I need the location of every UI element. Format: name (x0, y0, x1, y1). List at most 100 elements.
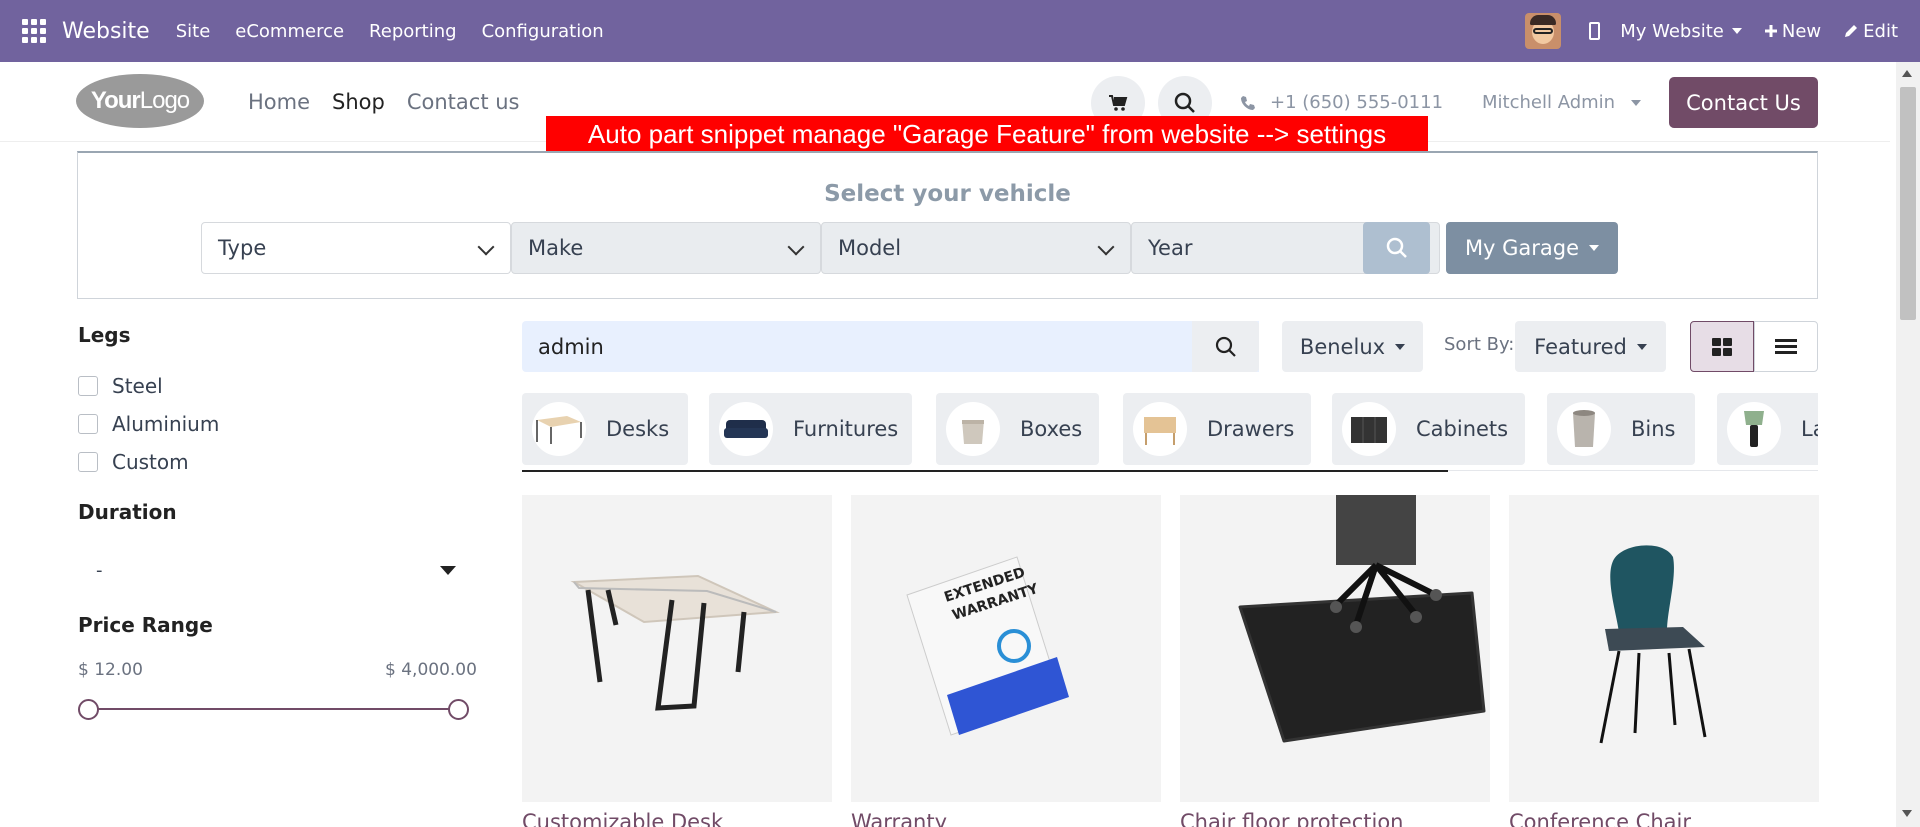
caret-down-icon (440, 566, 456, 575)
caret-down-icon (1731, 28, 1742, 34)
sort-value: Featured (1534, 334, 1627, 359)
new-button[interactable]: New (1764, 21, 1821, 42)
search-icon (1215, 336, 1236, 357)
category-lamps[interactable]: La (1717, 393, 1818, 465)
caret-down-icon (1395, 343, 1406, 350)
filter-custom[interactable]: Custom (78, 450, 189, 474)
category-furnitures-label: Furnitures (793, 417, 899, 441)
filter-legs-title: Legs (78, 323, 131, 347)
filter-aluminium[interactable]: Aluminium (78, 412, 219, 436)
category-cabinets[interactable]: Cabinets (1332, 393, 1525, 465)
vehicle-type-select[interactable]: Type (201, 222, 511, 274)
price-range-max-handle[interactable] (448, 699, 469, 720)
checkbox[interactable] (78, 376, 98, 396)
duration-value: - (96, 560, 103, 581)
desk-thumbnail-icon (532, 402, 586, 456)
phone-number: +1 (650) 555-0111 (1270, 92, 1444, 113)
vehicle-finder-title: Select your vehicle (824, 181, 1071, 207)
filter-steel[interactable]: Steel (78, 374, 163, 398)
vehicle-finder: Select your vehicle Type Make Model Year… (77, 151, 1818, 299)
pencil-icon (1845, 25, 1858, 37)
grid-view-button[interactable] (1690, 321, 1754, 372)
vehicle-search-button[interactable] (1363, 222, 1430, 274)
site-nav: Home Shop Contact us (248, 90, 519, 114)
plus-icon (1764, 25, 1777, 37)
page-scrollbar[interactable] (1896, 62, 1920, 827)
product-search-button[interactable] (1192, 321, 1259, 372)
nav-contact-us[interactable]: Contact us (407, 90, 520, 114)
menu-reporting[interactable]: Reporting (369, 21, 457, 42)
product-image-customizable-desk[interactable] (522, 495, 832, 802)
chevron-down-icon (787, 238, 805, 256)
product-name-warranty[interactable]: Warranty (851, 810, 947, 827)
checkbox[interactable] (78, 414, 98, 434)
category-desks-label: Desks (606, 417, 670, 441)
edit-button[interactable]: Edit (1843, 21, 1898, 42)
contact-us-button[interactable]: Contact Us (1669, 77, 1818, 128)
filter-aluminium-label: Aluminium (112, 412, 220, 436)
grid-view-icon (1712, 337, 1732, 356)
product-image-warranty[interactable]: EXTENDED WARRANTY (851, 495, 1161, 802)
caret-down-icon (1636, 343, 1647, 350)
duration-select[interactable]: - (78, 556, 468, 586)
avatar[interactable] (1525, 13, 1562, 49)
nav-home[interactable]: Home (248, 90, 310, 114)
search-icon (1174, 92, 1195, 113)
nav-shop[interactable]: Shop (332, 90, 385, 114)
my-website-label: My Website (1620, 20, 1724, 42)
product-name-chair-floor-protection[interactable]: Chair floor protection (1180, 810, 1404, 827)
cabinet-thumbnail-icon (1342, 402, 1396, 456)
user-dropdown[interactable]: Mitchell Admin (1482, 92, 1642, 113)
menu-site[interactable]: Site (176, 21, 211, 42)
sort-dropdown[interactable]: Featured (1515, 321, 1666, 372)
floor-mat-image-icon (1238, 495, 1486, 743)
admin-navbar-right: My Website New Edit (1525, 0, 1920, 62)
category-drawers[interactable]: Drawers (1123, 393, 1311, 465)
price-range-min-handle[interactable] (78, 699, 99, 720)
filter-custom-label: Custom (112, 450, 189, 474)
search-icon (1386, 237, 1407, 258)
price-max-label: $ 4,000.00 (385, 660, 477, 680)
scroll-down-arrow-icon[interactable] (1902, 810, 1912, 817)
sort-by-label: Sort By: (1444, 334, 1515, 355)
product-image-conference-chair[interactable] (1509, 495, 1819, 802)
mobile-preview-icon[interactable] (1589, 22, 1601, 40)
phone-link[interactable]: +1 (650) 555-0111 (1240, 92, 1443, 113)
vehicle-year-value: Year (1148, 236, 1193, 260)
scrollbar-thumb[interactable] (1900, 87, 1916, 320)
apps-grid-icon[interactable] (22, 19, 46, 43)
menu-ecommerce[interactable]: eCommerce (235, 21, 344, 42)
my-garage-label: My Garage (1464, 236, 1580, 260)
vehicle-make-value: Make (528, 236, 584, 260)
site-logo[interactable]: Your Logo (76, 74, 204, 128)
product-name-conference-chair[interactable]: Conference Chair (1509, 810, 1691, 827)
category-furnitures[interactable]: Furnitures (709, 393, 912, 465)
category-lamps-label: La (1801, 417, 1818, 441)
pricelist-dropdown[interactable]: Benelux (1282, 321, 1423, 372)
vehicle-type-value: Type (218, 236, 267, 260)
product-name-customizable-desk[interactable]: Customizable Desk (522, 810, 723, 827)
sofa-thumbnail-icon (719, 402, 773, 456)
category-boxes[interactable]: Boxes (936, 393, 1099, 465)
my-garage-button[interactable]: My Garage (1446, 222, 1618, 274)
category-bins[interactable]: Bins (1547, 393, 1695, 465)
product-search-input[interactable]: admin (522, 321, 1259, 372)
vehicle-make-select[interactable]: Make (511, 222, 821, 274)
cart-icon (1109, 95, 1128, 111)
checkbox[interactable] (78, 452, 98, 472)
product-image-chair-floor-protection[interactable] (1180, 495, 1490, 802)
vehicle-model-select[interactable]: Model (821, 222, 1131, 274)
bin-thumbnail-icon (1557, 402, 1611, 456)
drawer-thumbnail-icon (1133, 402, 1187, 456)
category-desks[interactable]: Desks (522, 393, 688, 465)
chevron-down-icon (1097, 238, 1115, 256)
scroll-up-arrow-icon[interactable] (1902, 70, 1912, 77)
new-label: New (1781, 20, 1822, 42)
pricelist-value: Benelux (1299, 334, 1386, 359)
list-view-button[interactable] (1754, 321, 1818, 372)
admin-navbar: Website Site eCommerce Reporting Configu… (0, 0, 1920, 62)
menu-configuration[interactable]: Configuration (482, 21, 604, 42)
category-scroll-indicator[interactable] (522, 470, 1448, 472)
my-website-dropdown[interactable]: My Website (1620, 21, 1742, 42)
app-brand[interactable]: Website (62, 19, 150, 44)
